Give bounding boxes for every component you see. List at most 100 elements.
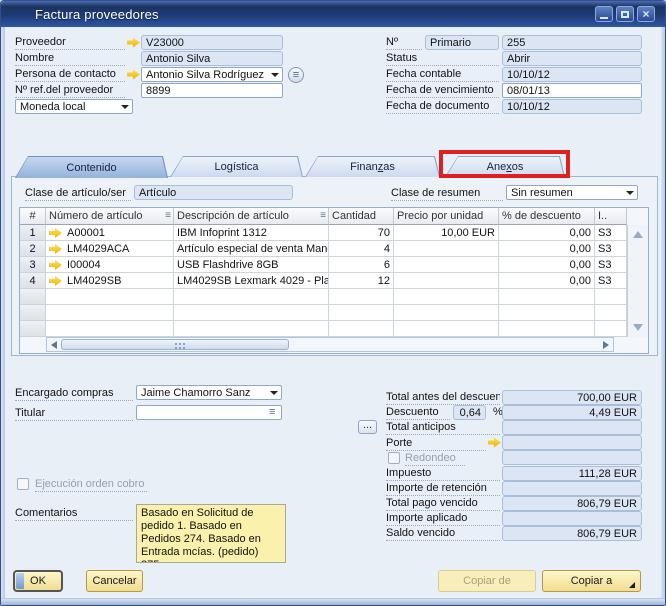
cancelar-button[interactable]: Cancelar xyxy=(86,570,143,592)
row-number-cell[interactable] xyxy=(20,289,46,305)
articulo-cell[interactable]: I00004 xyxy=(46,257,174,273)
empty-cell[interactable] xyxy=(329,321,394,337)
cantidad-cell[interactable]: 70 xyxy=(329,225,394,241)
empty-cell[interactable] xyxy=(46,321,174,337)
row-number-cell[interactable]: 1 xyxy=(20,225,46,241)
scroll-right-icon[interactable] xyxy=(603,341,609,349)
empty-cell[interactable] xyxy=(499,321,595,337)
descripcion-cell[interactable]: LM4029SB Lexmark 4029 - Placa B xyxy=(174,273,329,289)
empty-cell[interactable] xyxy=(595,321,627,337)
articulo-cell[interactable]: LM4029ACA xyxy=(46,241,174,257)
tab-logistica[interactable]: Logística xyxy=(170,156,303,177)
impuesto-cell[interactable]: S3 xyxy=(595,257,627,273)
cantidad-cell[interactable]: 4 xyxy=(329,241,394,257)
empty-cell[interactable] xyxy=(329,305,394,321)
row-number-cell[interactable] xyxy=(20,321,46,337)
ref-proveedor-field[interactable]: 8899 xyxy=(141,83,283,98)
porte-link-arrow-icon[interactable] xyxy=(488,437,501,448)
row-number-cell[interactable]: 3 xyxy=(20,257,46,273)
minimize-button[interactable] xyxy=(595,6,613,22)
descripcion-cell[interactable]: USB Flashdrive 8GB xyxy=(174,257,329,273)
empty-cell[interactable] xyxy=(46,305,174,321)
empty-cell[interactable] xyxy=(174,305,329,321)
descripcion-cell[interactable]: Artículo especial de venta Mangue xyxy=(174,241,329,257)
horizontal-scrollbar[interactable] xyxy=(46,337,614,352)
descuento-cell[interactable]: 0,00 xyxy=(499,225,595,241)
empty-cell[interactable] xyxy=(46,289,174,305)
empty-cell[interactable] xyxy=(595,305,627,321)
empty-cell[interactable] xyxy=(394,321,499,337)
precio-cell[interactable] xyxy=(394,273,499,289)
encargado-dropdown[interactable]: Jaime Chamorro Sanz xyxy=(136,385,282,400)
chevron-down-icon[interactable] xyxy=(626,191,634,195)
column-menu-icon[interactable]: ≡ xyxy=(320,210,326,221)
factura-proveedores-window: Factura proveedores × Proveedor V23000 N… xyxy=(0,0,666,606)
tab-finanzas[interactable]: Finanzas xyxy=(305,156,440,177)
empty-cell[interactable] xyxy=(595,289,627,305)
maximize-button[interactable] xyxy=(616,6,634,22)
copiar-a-button-label: Copiar a xyxy=(571,575,613,587)
descuento-cell[interactable]: 0,00 xyxy=(499,257,595,273)
persona-contacto-dropdown[interactable]: Antonio Silva Rodríguez xyxy=(141,67,283,82)
precio-cell[interactable] xyxy=(394,257,499,273)
vertical-scrollbar[interactable] xyxy=(627,225,648,337)
row-number-cell[interactable]: 4 xyxy=(20,273,46,289)
item-link-arrow-icon[interactable] xyxy=(49,260,62,271)
row-number-cell[interactable] xyxy=(20,305,46,321)
titular-field[interactable] xyxy=(136,405,282,420)
fecha-vencimiento-field[interactable]: 08/01/13 xyxy=(502,83,642,98)
scroll-down-icon[interactable] xyxy=(633,324,643,331)
column-menu-icon[interactable]: ≡ xyxy=(165,210,171,221)
articulo-cell[interactable]: LM4029SB xyxy=(46,273,174,289)
item-link-arrow-icon[interactable] xyxy=(49,276,62,287)
ok-button[interactable]: OK xyxy=(13,570,63,592)
chevron-down-icon[interactable] xyxy=(270,391,278,395)
descuento-field: 4,49 EUR xyxy=(502,405,642,420)
clase-resumen-label: Clase de resumen xyxy=(391,187,503,201)
comentarios-textarea[interactable]: Basado en Solicitud de pedido 1. Basado … xyxy=(136,504,286,563)
empty-cell[interactable] xyxy=(499,305,595,321)
item-link-arrow-icon[interactable] xyxy=(49,244,62,255)
empty-cell[interactable] xyxy=(174,289,329,305)
precio-cell[interactable]: 10,00 EUR xyxy=(394,225,499,241)
scrollbar-thumb[interactable] xyxy=(61,339,289,350)
chevron-down-icon[interactable] xyxy=(271,73,279,77)
precio-cell[interactable] xyxy=(394,241,499,257)
clase-resumen-dropdown[interactable]: Sin resumen xyxy=(506,185,638,200)
cantidad-cell[interactable]: 12 xyxy=(329,273,394,289)
minimize-icon xyxy=(600,17,608,19)
scroll-left-icon[interactable] xyxy=(51,341,57,349)
copiar-a-button[interactable]: Copiar a xyxy=(542,570,641,592)
descripcion-cell[interactable]: IBM Infoprint 1312 xyxy=(174,225,329,241)
anticipos-browse-button[interactable]: ... xyxy=(358,420,377,434)
empty-cell[interactable] xyxy=(394,289,499,305)
impuesto-cell[interactable]: S3 xyxy=(595,273,627,289)
empty-cell[interactable] xyxy=(174,321,329,337)
chevron-down-icon[interactable] xyxy=(121,105,129,109)
tab-contenido[interactable]: Contenido xyxy=(15,156,168,178)
articulo-cell[interactable]: A00001 xyxy=(46,225,174,241)
impuesto-cell[interactable]: S3 xyxy=(595,241,627,257)
descuento-cell[interactable]: 0,00 xyxy=(499,273,595,289)
empty-cell[interactable] xyxy=(394,305,499,321)
proveedor-link-arrow-icon[interactable] xyxy=(127,37,140,48)
titular-list-icon[interactable]: ≡ xyxy=(269,407,275,418)
persona-contacto-link-arrow-icon[interactable] xyxy=(127,69,140,80)
scroll-up-icon[interactable] xyxy=(633,231,643,238)
moneda-dropdown[interactable]: Moneda local xyxy=(15,99,133,114)
empty-cell[interactable] xyxy=(329,289,394,305)
title-bar[interactable]: Factura proveedores × xyxy=(1,1,665,27)
window-frame-bottom xyxy=(1,598,665,605)
grip-dots-icon xyxy=(175,343,177,345)
descuento-pct-field[interactable]: 0,64 xyxy=(453,405,486,420)
row-number-cell[interactable]: 2 xyxy=(20,241,46,257)
empty-cell[interactable] xyxy=(499,289,595,305)
cantidad-cell[interactable]: 6 xyxy=(329,257,394,273)
impuesto-cell[interactable]: S3 xyxy=(595,225,627,241)
maximize-icon xyxy=(621,11,629,18)
item-link-arrow-icon[interactable] xyxy=(49,228,62,239)
contact-details-button[interactable]: ≡ xyxy=(288,67,304,83)
cancelar-button-label: Cancelar xyxy=(92,575,136,587)
close-button[interactable]: × xyxy=(637,6,655,22)
descuento-cell[interactable]: 0,00 xyxy=(499,241,595,257)
